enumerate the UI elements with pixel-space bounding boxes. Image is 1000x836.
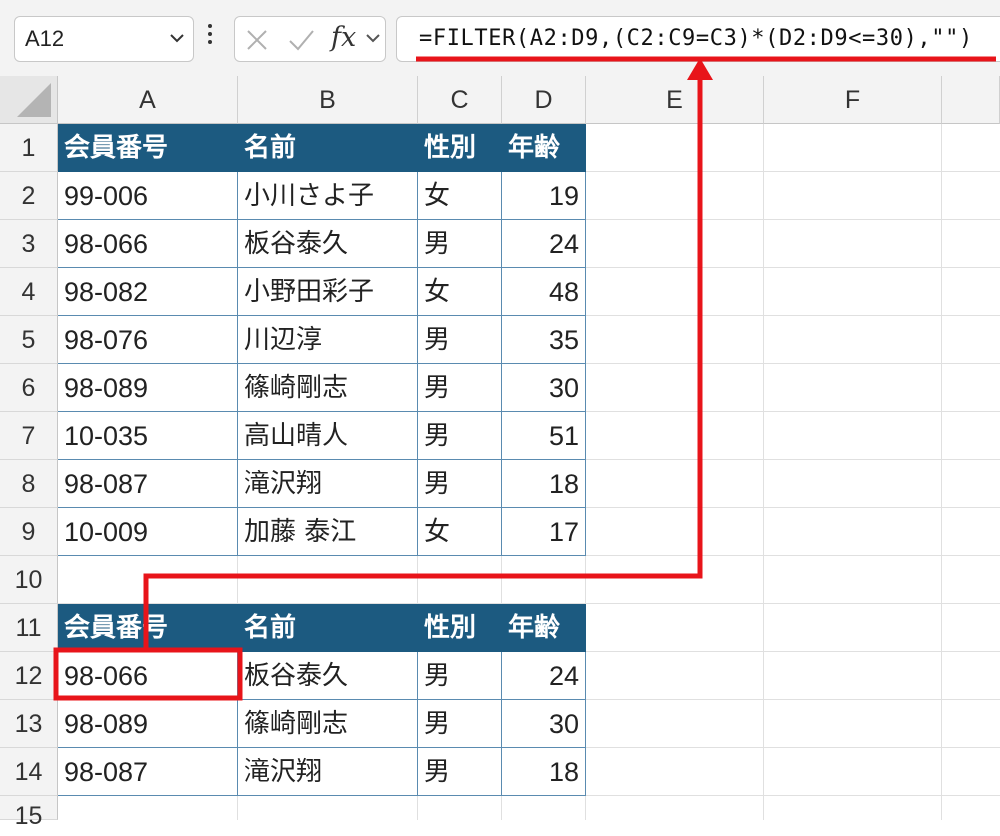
annotation-arrow-line [143, 72, 703, 652]
annotation-overlay [53, 56, 996, 701]
selected-cell-highlight [53, 647, 243, 701]
